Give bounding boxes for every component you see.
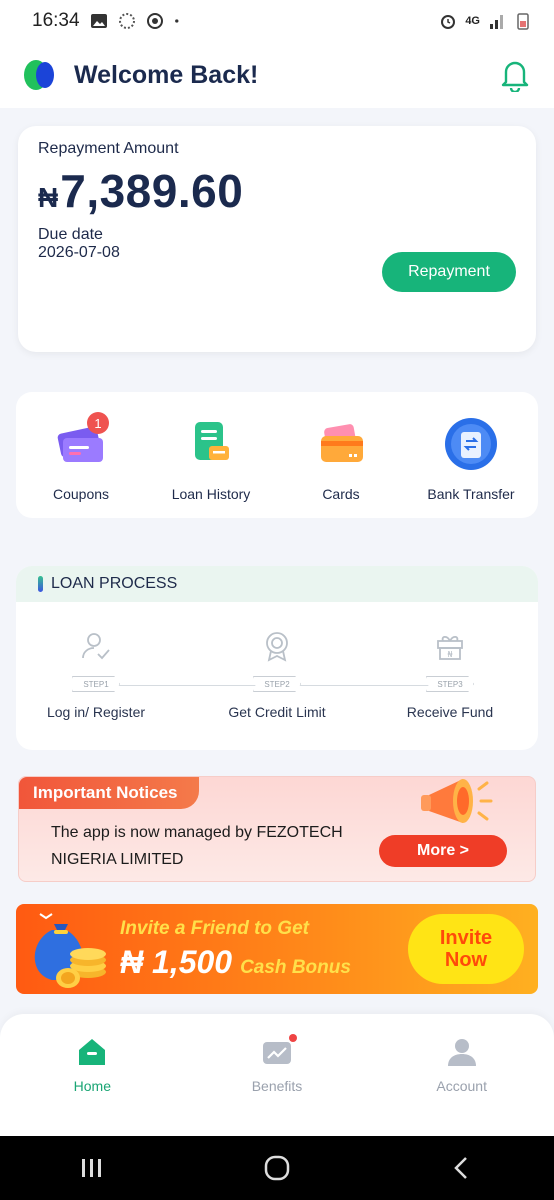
invite-amount: ₦ 1,500 bbox=[120, 944, 233, 980]
signal-icon bbox=[490, 15, 503, 29]
back-button[interactable] bbox=[442, 1148, 482, 1188]
notice-tag: Important Notices bbox=[19, 777, 199, 809]
home-circle-icon bbox=[264, 1155, 290, 1181]
page-title: Welcome Back! bbox=[74, 60, 259, 89]
repayment-button[interactable]: Repayment bbox=[382, 252, 516, 292]
invite-banner[interactable]: Invite a Friend to Get ₦ 1,500 Cash Bonu… bbox=[16, 904, 538, 994]
action-label: Loan History bbox=[171, 486, 251, 502]
invite-button-line2: Now bbox=[444, 949, 488, 971]
loan-history-icon bbox=[183, 416, 239, 472]
repayment-card: Repayment Amount ₦ 7,389.60 Due date 202… bbox=[18, 126, 536, 352]
nav-label: Home bbox=[73, 1078, 112, 1094]
gift-icon: ₦ bbox=[437, 635, 463, 660]
step-tag: STEP1 bbox=[72, 676, 120, 692]
invite-headline: Invite a Friend to Get bbox=[120, 918, 309, 939]
more-button[interactable]: More > bbox=[379, 835, 507, 867]
app-header: Welcome Back! bbox=[0, 42, 554, 108]
bank-transfer-icon bbox=[443, 416, 499, 472]
step-label: Log in/ Register bbox=[46, 704, 146, 720]
invite-amount-line: ₦ 1,500 Cash Bonus bbox=[120, 944, 351, 981]
coupon-badge: 1 bbox=[87, 412, 109, 434]
benefits-icon bbox=[261, 1034, 297, 1068]
action-bank-transfer[interactable]: Bank Transfer bbox=[406, 392, 536, 502]
user-check-icon bbox=[82, 633, 110, 660]
svg-text:₦: ₦ bbox=[447, 650, 452, 659]
nav-home[interactable]: Home bbox=[0, 1014, 185, 1136]
action-label: Cards bbox=[322, 486, 360, 502]
cards-icon bbox=[313, 416, 369, 472]
battery-icon bbox=[517, 13, 529, 30]
gallery-icon bbox=[90, 14, 107, 28]
account-icon bbox=[447, 1039, 476, 1066]
action-label: Bank Transfer bbox=[427, 486, 515, 502]
award-icon bbox=[266, 632, 288, 662]
coupon-icon: 1 bbox=[53, 412, 109, 472]
action-label: Coupons bbox=[52, 486, 110, 502]
home-system-button[interactable] bbox=[257, 1148, 297, 1188]
alarm-icon bbox=[441, 15, 456, 29]
amount-value: 7,389.60 bbox=[60, 165, 244, 217]
loan-process-card: LOAN PROCESS STEP1 Log in/ Register STEP… bbox=[16, 566, 538, 750]
step-tag: STEP2 bbox=[253, 676, 301, 692]
nav-label: Account bbox=[436, 1078, 487, 1094]
bell-icon[interactable] bbox=[500, 58, 530, 92]
step-credit-limit: STEP2 Get Credit Limit bbox=[197, 630, 357, 720]
nav-label: Benefits bbox=[251, 1078, 303, 1094]
repayment-label: Repayment Amount bbox=[38, 140, 179, 157]
action-cards[interactable]: Cards bbox=[276, 392, 406, 502]
bottom-nav: Home Benefits Account bbox=[0, 1014, 554, 1136]
recent-apps-icon bbox=[82, 1159, 102, 1177]
step-login: STEP1 Log in/ Register bbox=[16, 630, 176, 720]
back-icon bbox=[453, 1157, 467, 1179]
section-marker bbox=[38, 576, 43, 592]
system-nav-bar bbox=[0, 1136, 554, 1200]
invite-bonus: Cash Bonus bbox=[240, 957, 351, 978]
recent-apps-button[interactable] bbox=[72, 1148, 112, 1188]
action-coupons[interactable]: 1 Coupons bbox=[16, 392, 146, 502]
due-date-label: Due date bbox=[38, 226, 103, 243]
app-logo bbox=[24, 58, 58, 92]
invite-now-button[interactable]: Invite Now bbox=[408, 914, 524, 984]
target-icon bbox=[146, 13, 163, 29]
step-label: Get Credit Limit bbox=[228, 704, 326, 720]
notice-text: The app is now managed by FEZOTECH NIGER… bbox=[51, 824, 343, 868]
step-receive-fund: ₦ STEP3 Receive Fund bbox=[370, 630, 530, 720]
repayment-amount: ₦ 7,389.60 bbox=[38, 164, 516, 218]
step-tag: STEP3 bbox=[426, 676, 474, 692]
quick-actions: 1 Coupons Loan History Cards Bank Transf… bbox=[16, 392, 538, 518]
home-icon bbox=[79, 1039, 106, 1065]
important-notice-banner[interactable]: Important Notices The app is now managed… bbox=[18, 776, 536, 882]
money-bag-icon bbox=[34, 913, 106, 988]
loan-process-header: LOAN PROCESS bbox=[16, 566, 538, 602]
invite-button-line1: Invite bbox=[439, 927, 493, 949]
loan-process-title: LOAN PROCESS bbox=[51, 575, 178, 592]
megaphone-icon bbox=[421, 779, 493, 823]
status-bar: 16:34 4G bbox=[0, 0, 554, 42]
currency-symbol: ₦ bbox=[38, 182, 59, 213]
step-label: Receive Fund bbox=[406, 704, 494, 720]
action-loan-history[interactable]: Loan History bbox=[146, 392, 276, 502]
notification-dot bbox=[289, 1034, 297, 1042]
dot-icon bbox=[174, 19, 178, 23]
network-label: 4G bbox=[465, 15, 480, 27]
nav-benefits[interactable]: Benefits bbox=[185, 1014, 370, 1136]
status-time: 16:34 bbox=[32, 10, 80, 31]
nav-account[interactable]: Account bbox=[369, 1014, 554, 1136]
sync-icon bbox=[118, 13, 135, 29]
